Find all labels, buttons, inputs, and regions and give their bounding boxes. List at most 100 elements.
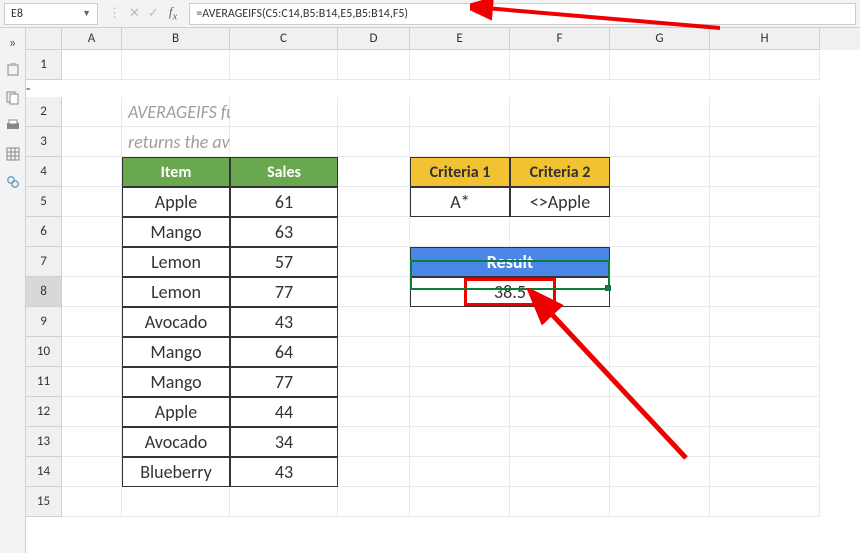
cell[interactable] [610,487,710,517]
row-header[interactable]: 1 [26,50,62,80]
cell[interactable] [710,277,820,307]
row-header[interactable]: 15 [26,487,62,517]
cell[interactable] [62,97,122,127]
cell[interactable] [338,217,410,247]
cell[interactable] [410,367,510,397]
table-row[interactable]: Lemon [122,247,230,277]
cell[interactable] [410,307,510,337]
cell[interactable] [510,217,610,247]
cell[interactable] [62,50,122,80]
cell[interactable] [510,127,610,157]
cell[interactable] [610,50,710,80]
cell[interactable] [410,97,510,127]
row-header[interactable]: 9 [26,307,62,337]
table-row[interactable]: Blueberry [122,457,230,487]
cell[interactable] [610,427,710,457]
cell[interactable] [62,157,122,187]
cancel-icon[interactable]: ✕ [129,6,140,21]
cell[interactable] [338,97,410,127]
print-icon[interactable] [5,118,21,134]
cell[interactable] [710,487,820,517]
cell[interactable] [410,127,510,157]
cell[interactable] [62,127,122,157]
cell[interactable] [410,217,510,247]
cell[interactable] [710,457,820,487]
grid-icon[interactable] [5,146,21,162]
cell[interactable] [610,217,710,247]
col-header[interactable]: G [610,28,710,50]
cell[interactable] [122,50,230,80]
row-header[interactable]: 4 [26,157,62,187]
criteria1-value[interactable]: A* [410,187,510,217]
row-header[interactable]: 6 [26,217,62,247]
select-all-corner[interactable] [26,28,62,50]
cell[interactable] [510,307,610,337]
table-row[interactable]: 77 [230,277,338,307]
criteria2-header[interactable]: Criteria 2 [510,157,610,187]
spreadsheet-grid[interactable]: A B C D E F G H 1 - 2 AVERAGEIFS functio… [26,28,860,553]
row-header[interactable]: 5 [26,187,62,217]
table-row[interactable]: 34 [230,427,338,457]
cell[interactable] [338,277,410,307]
cell[interactable] [610,397,710,427]
table-row[interactable]: 43 [230,307,338,337]
cell[interactable] [410,50,510,80]
cell[interactable] [610,307,710,337]
cell[interactable] [710,187,820,217]
cell[interactable] [410,487,510,517]
cell[interactable] [410,457,510,487]
cell[interactable] [410,397,510,427]
cell[interactable] [510,50,610,80]
cell[interactable] [62,217,122,247]
col-header[interactable]: H [710,28,820,50]
table-row[interactable]: Lemon [122,277,230,307]
table-row[interactable]: 43 [230,457,338,487]
table-row[interactable]: Avocado [122,307,230,337]
col-header[interactable]: A [62,28,122,50]
table-row[interactable]: Apple [122,397,230,427]
cell[interactable] [610,457,710,487]
cell[interactable] [62,487,122,517]
cell[interactable] [338,337,410,367]
cell[interactable] [62,367,122,397]
cell[interactable] [510,397,610,427]
cell[interactable] [510,427,610,457]
cell[interactable] [510,97,610,127]
cell[interactable] [410,427,510,457]
criteria2-value[interactable]: <>Apple [510,187,610,217]
table-row[interactable]: 57 [230,247,338,277]
col-header[interactable]: D [338,28,410,50]
row-header[interactable]: 14 [26,457,62,487]
cell[interactable] [510,487,610,517]
table-row[interactable]: 63 [230,217,338,247]
cell[interactable] [62,247,122,277]
cell[interactable] [610,187,710,217]
cell[interactable] [230,127,338,157]
cell[interactable] [338,307,410,337]
result-cell[interactable]: 38.5 [410,277,610,307]
formula-input[interactable]: =AVERAGEIFS(C5:C14,B5:B14,E5,B5:B14,F5) [189,3,856,25]
cell[interactable] [710,397,820,427]
row-header[interactable]: 7 [26,247,62,277]
table-header-item[interactable]: Item [122,157,230,187]
cell[interactable] [230,487,338,517]
cell[interactable] [710,127,820,157]
table-row[interactable]: 61 [230,187,338,217]
cell[interactable] [338,187,410,217]
row-header[interactable]: 11 [26,367,62,397]
cell[interactable] [338,50,410,80]
cell[interactable] [510,457,610,487]
row-header[interactable]: 8 [26,277,62,307]
row-header[interactable]: 2 [26,97,62,127]
cell[interactable] [62,397,122,427]
criteria1-header[interactable]: Criteria 1 [410,157,510,187]
cell[interactable] [610,367,710,397]
col-header[interactable]: E [410,28,510,50]
cell[interactable] [610,337,710,367]
table-row[interactable]: Mango [122,367,230,397]
table-row[interactable]: Apple [122,187,230,217]
cell[interactable] [610,127,710,157]
accept-icon[interactable]: ✓ [148,6,159,21]
cell[interactable] [338,127,410,157]
col-header[interactable]: F [510,28,610,50]
